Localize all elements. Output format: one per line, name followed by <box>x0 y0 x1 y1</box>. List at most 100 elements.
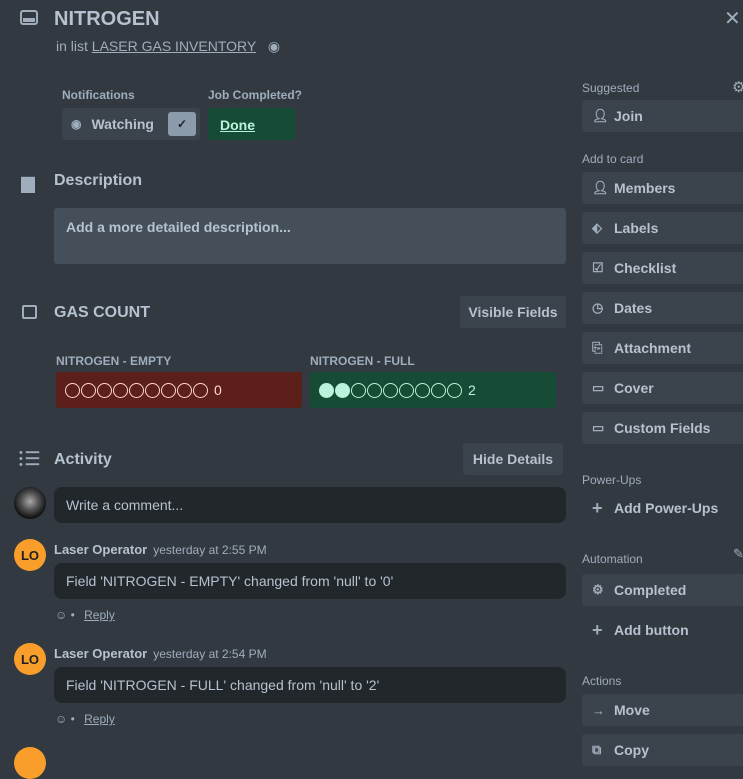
power-ups-label: Power-Ups <box>582 473 642 487</box>
automation-label: Automation <box>582 552 643 566</box>
watch-button[interactable]: ◉ Watching ✓ <box>62 108 200 140</box>
actions-label: Actions <box>582 674 622 688</box>
avatar[interactable]: LO <box>14 643 46 675</box>
sidebar-item-label: Cover <box>614 380 654 396</box>
notifications-label: Notifications <box>62 88 135 102</box>
activity-message: Field 'NITROGEN - EMPTY' changed from 'n… <box>54 563 566 599</box>
copy-icon: ⧉ <box>592 742 602 757</box>
empty-circle-icon[interactable] <box>367 383 382 399</box>
checkbox-icon: ☑ <box>592 260 604 275</box>
sidebar-item-members[interactable]: 👤︎ Members <box>582 172 743 204</box>
plus-icon: + <box>592 497 603 518</box>
paperclip-icon: ⎘ <box>592 340 603 355</box>
activity-heading: Activity <box>54 451 112 468</box>
field-label-empty: NITROGEN - EMPTY <box>56 354 172 368</box>
empty-circle-icon[interactable] <box>65 383 80 399</box>
comment-input[interactable]: Write a comment... <box>54 487 566 523</box>
activity-time[interactable]: yesterday at 2:55 PM <box>153 543 266 557</box>
empty-circle-icon[interactable] <box>113 383 128 399</box>
empty-circle-icon[interactable] <box>447 383 462 399</box>
sidebar-item-label: Dates <box>614 300 653 316</box>
visible-fields-button[interactable]: Visible Fields <box>460 296 566 328</box>
empty-circle-icon[interactable] <box>383 383 398 399</box>
field-value: 2 <box>468 382 476 398</box>
sidebar-item-labels[interactable]: ⬖ Labels <box>582 212 743 244</box>
activity-actions: ☺ • Reply <box>55 608 115 622</box>
copy-button[interactable]: ⧉ Copy <box>582 734 743 766</box>
description-heading: Description <box>54 172 143 189</box>
empty-circle-icon[interactable] <box>177 383 192 399</box>
empty-circle-icon[interactable] <box>97 383 112 399</box>
rating-circles <box>319 382 463 399</box>
sidebar-item-label: Checklist <box>614 260 677 276</box>
empty-circle-icon[interactable] <box>415 383 430 399</box>
empty-circle-icon[interactable] <box>193 383 208 399</box>
arrow-right-icon: → <box>592 702 605 718</box>
reply-link[interactable]: Reply <box>84 712 115 726</box>
settings-icon[interactable]: ⚙ <box>732 78 743 96</box>
gears-icon: ⚙ <box>592 582 604 597</box>
filled-circle-icon[interactable] <box>335 383 350 399</box>
field-label-full: NITROGEN - FULL <box>310 354 415 368</box>
description-icon: ▬ ▬ ▬ ▬ <box>21 168 35 196</box>
sidebar-item-checklist[interactable]: ☑ Checklist <box>582 252 743 284</box>
filled-circle-icon[interactable] <box>319 383 334 399</box>
sidebar-item-attachment[interactable]: ⎘ Attachment <box>582 332 743 364</box>
activity-icon: • ━━ • ━━ • ━━ <box>19 447 40 471</box>
sidebar-item-label: Custom Fields <box>614 420 711 436</box>
plus-icon: + <box>592 619 603 640</box>
empty-circle-icon[interactable] <box>145 383 160 399</box>
activity-author[interactable]: Laser Operator yesterday at 2:55 PM <box>54 542 267 557</box>
description-input[interactable]: Add a more detailed description... <box>54 208 566 264</box>
sidebar-item-custom-fields[interactable]: ▭ Custom Fields <box>582 412 743 444</box>
close-icon[interactable]: ✕ <box>724 6 741 31</box>
empty-circle-icon[interactable] <box>431 383 446 399</box>
person-icon: 👤︎ <box>592 108 609 123</box>
in-list-label: in list <box>56 38 88 54</box>
sidebar-item-label: Attachment <box>614 340 692 356</box>
person-icon: 👤︎ <box>592 180 609 195</box>
empty-circle-icon[interactable] <box>161 383 176 399</box>
sidebar-item-cover[interactable]: ▭ Cover <box>582 372 743 404</box>
activity-message: Field 'NITROGEN - FULL' changed from 'nu… <box>54 667 566 703</box>
add-reaction-icon[interactable]: ☺ <box>55 608 67 622</box>
add-power-ups-button[interactable]: + Add Power-Ups <box>582 492 743 524</box>
empty-circle-icon[interactable] <box>399 383 414 399</box>
eye-icon: ◉ <box>71 117 82 131</box>
tag-icon: ⬖ <box>592 220 602 235</box>
card-title[interactable]: NITROGEN <box>54 8 160 31</box>
empty-circle-icon[interactable] <box>81 383 96 399</box>
avatar[interactable] <box>14 747 46 779</box>
reply-link[interactable]: Reply <box>84 608 115 622</box>
field-full-rating[interactable]: 2 <box>310 372 556 408</box>
add-button-button[interactable]: + Add button <box>582 614 743 646</box>
check-icon: ✓ <box>168 112 196 136</box>
empty-circle-icon[interactable] <box>351 383 366 399</box>
sidebar-item-dates[interactable]: ◷ Dates <box>582 292 743 324</box>
list-link[interactable]: LASER GAS INVENTORY <box>92 38 256 54</box>
add-reaction-icon[interactable]: ☺ <box>55 712 67 726</box>
add-to-card-label: Add to card <box>582 152 644 166</box>
user-avatar[interactable] <box>14 487 46 519</box>
activity-author[interactable]: Laser Operator yesterday at 2:54 PM <box>54 646 267 661</box>
edit-icon[interactable]: ✎ <box>733 546 743 562</box>
field-empty-rating[interactable]: 0 <box>56 372 302 408</box>
watch-label: Watching <box>91 116 154 132</box>
activity-time[interactable]: yesterday at 2:54 PM <box>153 647 266 661</box>
job-completed-value[interactable]: Done <box>208 108 295 140</box>
hide-details-button[interactable]: Hide Details <box>463 443 563 475</box>
gas-count-heading: GAS COUNT <box>54 304 150 321</box>
activity-actions: ☺ • Reply <box>55 712 115 726</box>
avatar[interactable]: LO <box>14 539 46 571</box>
empty-circle-icon[interactable] <box>129 383 144 399</box>
completed-automation-button[interactable]: ⚙ Completed <box>582 574 743 606</box>
join-button[interactable]: 👤︎ Join <box>582 100 743 132</box>
eye-icon: ◉ <box>267 38 281 54</box>
rating-circles <box>65 382 209 399</box>
cover-icon: ▭ <box>592 380 605 395</box>
sidebar-item-label: Labels <box>614 220 659 236</box>
move-button[interactable]: → Move <box>582 694 743 726</box>
sidebar-item-label: Members <box>614 180 676 196</box>
field-value: 0 <box>214 382 222 398</box>
list-info: in list LASER GAS INVENTORY ◉ <box>56 38 280 55</box>
